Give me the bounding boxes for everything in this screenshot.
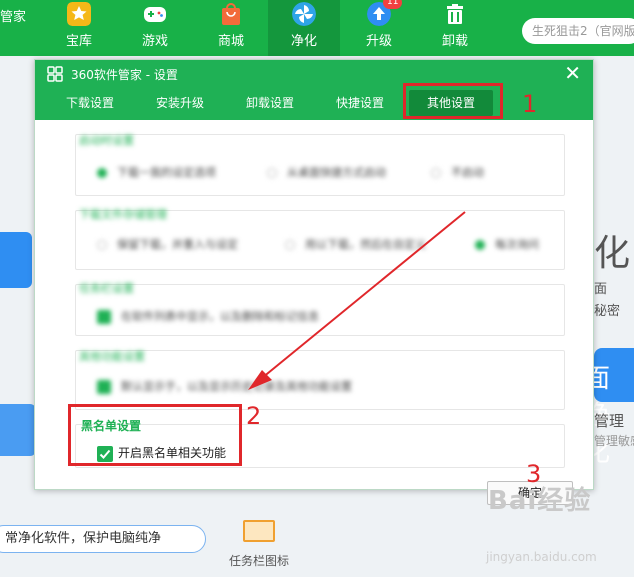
- baidu-watermark-url: jingyan.baidu.com: [486, 550, 597, 564]
- baidu-watermark: Bai经验: [488, 486, 592, 516]
- screenshot-root: 化 面 秘密 面净化 管理 管理敏感 常净化软件，保护电脑纯净 任务栏图标 管家…: [0, 0, 634, 577]
